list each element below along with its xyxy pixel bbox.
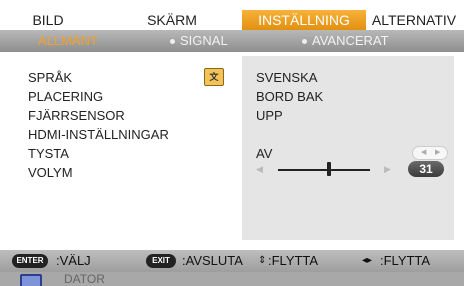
value-tysta[interactable]: AV (256, 146, 272, 162)
exit-help-label: :AVSLUTA (182, 253, 243, 268)
source-label: DATOR (64, 272, 105, 286)
value-sprak[interactable]: SVENSKA (256, 70, 317, 86)
bullet-icon (302, 39, 307, 45)
move-help-label-2: :FLYTTA (380, 253, 431, 268)
setting-placering[interactable]: PLACERING (28, 89, 103, 105)
up-down-arrow-icon: ⇕ (258, 255, 267, 266)
setting-fjarrsensor[interactable]: FJÄRRSENSOR (28, 108, 125, 124)
language-icon: 文 (204, 68, 224, 86)
left-right-arrow-icon: ◂▸ (362, 255, 373, 266)
settings-panel: SPRÅK PLACERING FJÄRRSENSOR HDMI-INSTÄLL… (10, 56, 454, 240)
volume-value: 31 (408, 161, 444, 177)
volume-slider-track[interactable] (278, 169, 370, 171)
tab-alternativ[interactable]: ALTERNATIV (370, 10, 458, 30)
computer-source-icon (20, 274, 42, 286)
bullet-icon (170, 39, 175, 45)
subtab-signal-label: SIGNAL (180, 33, 228, 48)
enter-key-badge: ENTER (12, 254, 48, 268)
setting-volym[interactable]: VOLYM (28, 165, 73, 181)
tab-skarm[interactable]: SKÄRM (140, 10, 204, 30)
sub-tab-bar: ALLMÄNT SIGNAL AVANCERAT (0, 30, 464, 52)
subtab-signal[interactable]: SIGNAL (170, 30, 228, 52)
tab-bild[interactable]: BILD (18, 10, 78, 30)
settings-values-column: SVENSKA BORD BAK UPP AV ◀ ▶ ◀ ▶ 31 (242, 56, 454, 240)
setting-sprak[interactable]: SPRÅK (28, 70, 72, 86)
left-right-hint-icon: ◀ ▶ (412, 146, 448, 160)
subtab-allmant[interactable]: ALLMÄNT (38, 30, 98, 52)
settings-labels-column: SPRÅK PLACERING FJÄRRSENSOR HDMI-INSTÄLL… (10, 56, 242, 240)
subtab-avancerat-label: AVANCERAT (312, 33, 389, 48)
projector-osd-menu: BILD SKÄRM INSTÄLLNING ALTERNATIV ALLMÄN… (0, 0, 464, 286)
source-bar: DATOR (0, 272, 464, 286)
value-fjarrsensor[interactable]: UPP (256, 108, 283, 124)
enter-help-label: :VÄLJ (56, 253, 91, 268)
slider-left-arrow-icon[interactable]: ◀ (256, 164, 263, 175)
main-tab-bar: BILD SKÄRM INSTÄLLNING ALTERNATIV (0, 10, 464, 30)
setting-tysta[interactable]: TYSTA (28, 146, 69, 162)
tab-installning[interactable]: INSTÄLLNING (242, 10, 366, 30)
subtab-avancerat[interactable]: AVANCERAT (302, 30, 389, 52)
setting-hdmi[interactable]: HDMI-INSTÄLLNINGAR (28, 127, 169, 143)
exit-key-badge: EXIT (146, 254, 176, 268)
help-bar: ENTER :VÄLJ EXIT :AVSLUTA ⇕ :FLYTTA ◂▸ :… (0, 250, 464, 272)
move-help-label-1: :FLYTTA (268, 253, 319, 268)
volume-slider-knob[interactable] (326, 162, 331, 176)
value-placering[interactable]: BORD BAK (256, 89, 323, 105)
slider-right-arrow-icon[interactable]: ▶ (384, 164, 391, 175)
